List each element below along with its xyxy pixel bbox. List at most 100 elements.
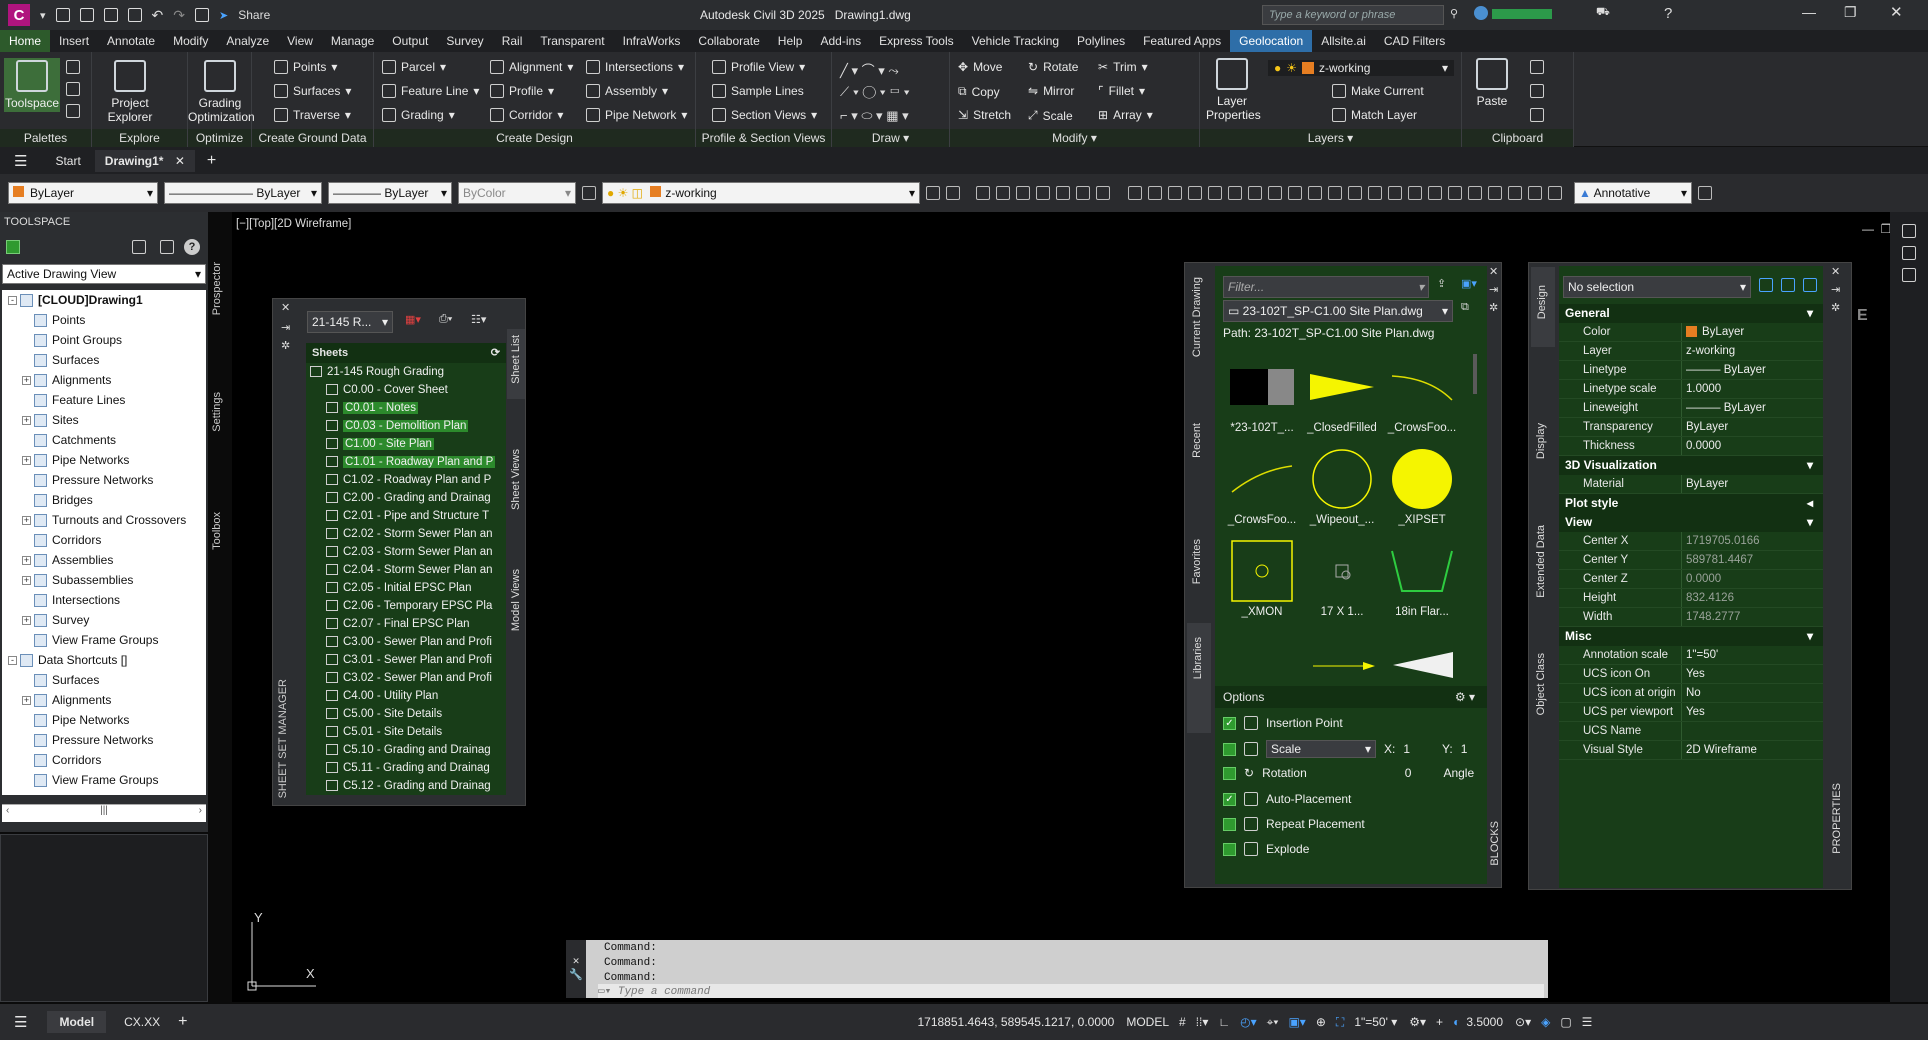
sample-lines-button[interactable]: Sample Lines bbox=[712, 84, 804, 98]
search-icon[interactable]: ⚲ bbox=[1450, 7, 1458, 20]
insertion-point-option[interactable]: ✓ Insertion Point bbox=[1223, 716, 1343, 730]
toolbar-icon[interactable] bbox=[1016, 186, 1030, 200]
scale-option[interactable]: Scale ▾ X: 1 Y: 1 bbox=[1223, 740, 1467, 758]
hardware-icon[interactable]: ◈ bbox=[1541, 1015, 1550, 1029]
tab-model-views[interactable]: Model Views bbox=[510, 569, 522, 631]
block-item[interactable]: _ClosedFilled bbox=[1305, 352, 1379, 434]
block-item[interactable]: 17 X 1... bbox=[1305, 536, 1379, 618]
dimension-icon[interactable] bbox=[1268, 186, 1282, 200]
repeat-placement-checkbox[interactable] bbox=[1223, 817, 1236, 831]
layer-control-dropdown[interactable]: ● ☀ ◫ z-working ▾ bbox=[602, 182, 920, 204]
alignment-button[interactable]: Alignment ▾ bbox=[490, 60, 573, 74]
tab-insert[interactable]: Insert bbox=[50, 30, 98, 52]
drawing-tab[interactable]: Drawing1* ✕ bbox=[94, 149, 195, 172]
menu-icon[interactable]: ☰ bbox=[14, 1013, 27, 1031]
tree-item[interactable]: Pipe Networks bbox=[2, 710, 206, 730]
scale-button[interactable]: ⤢ Scale bbox=[1028, 108, 1073, 123]
sheet-item[interactable]: C2.06 - Temporary EPSC Pla bbox=[306, 597, 506, 615]
lineweight-value[interactable]: 3.5000 bbox=[1466, 1015, 1503, 1029]
tree-item[interactable]: + Pipe Networks bbox=[2, 450, 206, 470]
minimize-icon[interactable]: — bbox=[1802, 4, 1816, 20]
toolspace-view-dropdown[interactable]: Active Drawing View ▾ bbox=[2, 264, 206, 284]
tab-manage[interactable]: Manage bbox=[322, 30, 383, 52]
annotative-scale-icon[interactable] bbox=[1698, 186, 1712, 200]
model-space-toggle[interactable]: MODEL bbox=[1126, 1015, 1169, 1029]
property-value[interactable]: 1"=50' bbox=[1681, 646, 1823, 664]
array-button[interactable]: ⊞ Array ▾ bbox=[1098, 108, 1153, 122]
expand-toggle[interactable]: + bbox=[22, 696, 31, 706]
tree-item[interactable]: Point Groups bbox=[2, 330, 206, 350]
property-value[interactable]: 1.0000 bbox=[1681, 380, 1823, 398]
arc-icon[interactable]: ⌐ ▾ ⬭ ▾ ▦ ▾ bbox=[840, 108, 909, 124]
close-icon[interactable]: ✕ bbox=[1489, 265, 1498, 278]
menu-icon[interactable]: ☰ bbox=[14, 152, 27, 170]
add-layout-icon[interactable]: + bbox=[178, 1013, 187, 1031]
repeat-placement-option[interactable]: Repeat Placement bbox=[1223, 817, 1365, 831]
polar-icon[interactable]: ◴▾ bbox=[1240, 1015, 1257, 1029]
tab-display[interactable]: Display bbox=[1535, 423, 1547, 459]
dimension-icon[interactable] bbox=[1428, 186, 1442, 200]
ortho-icon[interactable]: ∟ bbox=[1218, 1015, 1230, 1029]
redo-icon[interactable]: ↷ bbox=[173, 7, 185, 24]
property-section-header[interactable]: Plot style ◂ bbox=[1559, 494, 1823, 513]
intersections-button[interactable]: Intersections ▾ bbox=[586, 60, 684, 74]
object-snap-icon[interactable]: ▣▾ bbox=[1288, 1015, 1305, 1029]
color-dropdown[interactable]: ByLayer ▾ bbox=[8, 182, 158, 204]
property-row[interactable]: Center Z 0.0000 bbox=[1559, 570, 1823, 589]
help-icon[interactable]: ? bbox=[1664, 5, 1672, 22]
property-value[interactable]: ——— ByLayer bbox=[1681, 361, 1823, 379]
tree-item[interactable]: - [CLOUD]Drawing1 bbox=[2, 290, 206, 310]
toggle-pickadd-icon[interactable] bbox=[1759, 278, 1773, 292]
tab-infraworks[interactable]: InfraWorks bbox=[614, 30, 690, 52]
property-value[interactable]: No bbox=[1681, 684, 1823, 702]
tree-item[interactable]: Surfaces bbox=[2, 350, 206, 370]
tree-view-icon[interactable] bbox=[132, 240, 146, 254]
panel-title[interactable]: Palettes bbox=[0, 129, 91, 147]
sheet-item[interactable]: C1.00 - Site Plan bbox=[306, 435, 506, 453]
tree-item[interactable]: Pressure Networks bbox=[2, 470, 206, 490]
auto-placement-checkbox[interactable]: ✓ bbox=[1223, 792, 1236, 806]
tab-annotate[interactable]: Annotate bbox=[98, 30, 164, 52]
property-value[interactable]: ByLayer bbox=[1681, 418, 1823, 436]
block-item[interactable]: _CrowsFoo... bbox=[1385, 352, 1459, 434]
tab-view[interactable]: View bbox=[278, 30, 322, 52]
property-row[interactable]: Layer z-working bbox=[1559, 342, 1823, 361]
sheet-item[interactable]: C1.01 - Roadway Plan and P bbox=[306, 453, 506, 471]
tree-item[interactable]: Corridors bbox=[2, 750, 206, 770]
settings-icon[interactable]: ✲ bbox=[1489, 301, 1498, 314]
trim-button[interactable]: ✂ Trim ▾ bbox=[1098, 60, 1148, 74]
app-logo[interactable]: C bbox=[8, 4, 30, 26]
expand-toggle[interactable]: + bbox=[22, 576, 31, 586]
property-section-header[interactable]: View ▾ bbox=[1559, 513, 1823, 532]
open-icon[interactable] bbox=[55, 8, 70, 22]
quick-select-icon[interactable] bbox=[1803, 278, 1817, 292]
tab-analyze[interactable]: Analyze bbox=[217, 30, 278, 52]
move-button[interactable]: ✥ Move bbox=[958, 60, 1002, 74]
dimension-icon[interactable] bbox=[1448, 186, 1462, 200]
sheet-item[interactable]: C3.01 - Sewer Plan and Profi bbox=[306, 651, 506, 669]
tree-item[interactable]: View Frame Groups bbox=[2, 630, 206, 650]
tab-toolbox[interactable]: Toolbox bbox=[211, 512, 223, 550]
dimension-icon[interactable] bbox=[1288, 186, 1302, 200]
tab-sheet-list[interactable]: Sheet List bbox=[507, 329, 525, 399]
close-icon[interactable]: ✕ bbox=[281, 301, 290, 314]
sheet-item[interactable]: C0.01 - Notes bbox=[306, 399, 506, 417]
transparency-icon[interactable]: ⊕ bbox=[1316, 1015, 1326, 1029]
tab-recent[interactable]: Recent bbox=[1191, 423, 1203, 458]
dimension-icon[interactable] bbox=[1488, 186, 1502, 200]
dimension-icon[interactable] bbox=[1308, 186, 1322, 200]
user-name-badge[interactable] bbox=[1492, 9, 1552, 19]
toolbar-icon[interactable] bbox=[926, 186, 940, 200]
annotation-visibility-icon[interactable]: ⛶ bbox=[1336, 1015, 1344, 1030]
palette-icon[interactable] bbox=[66, 60, 80, 74]
expand-toggle[interactable]: - bbox=[8, 296, 17, 306]
traverse-button[interactable]: Traverse ▾ bbox=[274, 108, 351, 122]
tree-item[interactable]: View Frame Groups bbox=[2, 770, 206, 790]
dimension-icon[interactable] bbox=[1328, 186, 1342, 200]
property-value[interactable]: 1719705.0166 bbox=[1681, 532, 1823, 550]
start-tab[interactable]: Start bbox=[41, 154, 94, 168]
copy-clip-icon[interactable] bbox=[1530, 84, 1544, 98]
fillet-button[interactable]: ⌜ Fillet ▾ bbox=[1098, 84, 1145, 98]
feature-line-button[interactable]: Feature Line ▾ bbox=[382, 84, 479, 98]
scale-x-input[interactable]: 1 bbox=[1403, 742, 1410, 756]
